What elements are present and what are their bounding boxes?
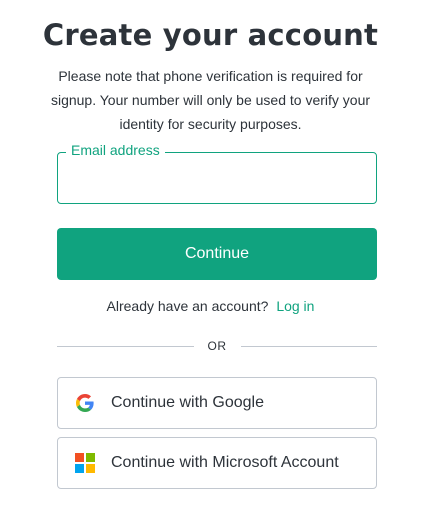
microsoft-button-label: Continue with Microsoft Account	[111, 454, 339, 471]
email-input[interactable]	[58, 153, 376, 203]
microsoft-icon-red	[75, 453, 84, 462]
login-link[interactable]: Log in	[276, 298, 314, 314]
continue-with-microsoft-button[interactable]: Continue with Microsoft Account	[57, 437, 377, 489]
page-title: Create your account	[42, 18, 379, 52]
microsoft-icon-green	[86, 453, 95, 462]
google-icon	[75, 393, 95, 413]
divider-line-right	[240, 345, 377, 347]
microsoft-icon	[75, 453, 95, 473]
microsoft-icon-yellow	[86, 464, 95, 473]
divider-line-left	[57, 345, 194, 347]
microsoft-icon-blue	[75, 464, 84, 473]
continue-button[interactable]: Continue	[57, 228, 377, 280]
email-field[interactable]	[57, 152, 377, 204]
or-divider: OR	[57, 336, 377, 356]
page-subtitle: Please note that phone verification is r…	[50, 68, 371, 132]
divider-label: OR	[207, 339, 227, 353]
login-row: Already have an account? Log in	[0, 296, 421, 316]
continue-with-google-button[interactable]: Continue with Google	[57, 377, 377, 429]
signup-page: Create your account Please note that pho…	[0, 0, 421, 512]
login-prompt: Already have an account?	[106, 298, 269, 314]
email-field-label: Email address	[66, 141, 165, 159]
google-button-label: Continue with Google	[111, 394, 264, 411]
